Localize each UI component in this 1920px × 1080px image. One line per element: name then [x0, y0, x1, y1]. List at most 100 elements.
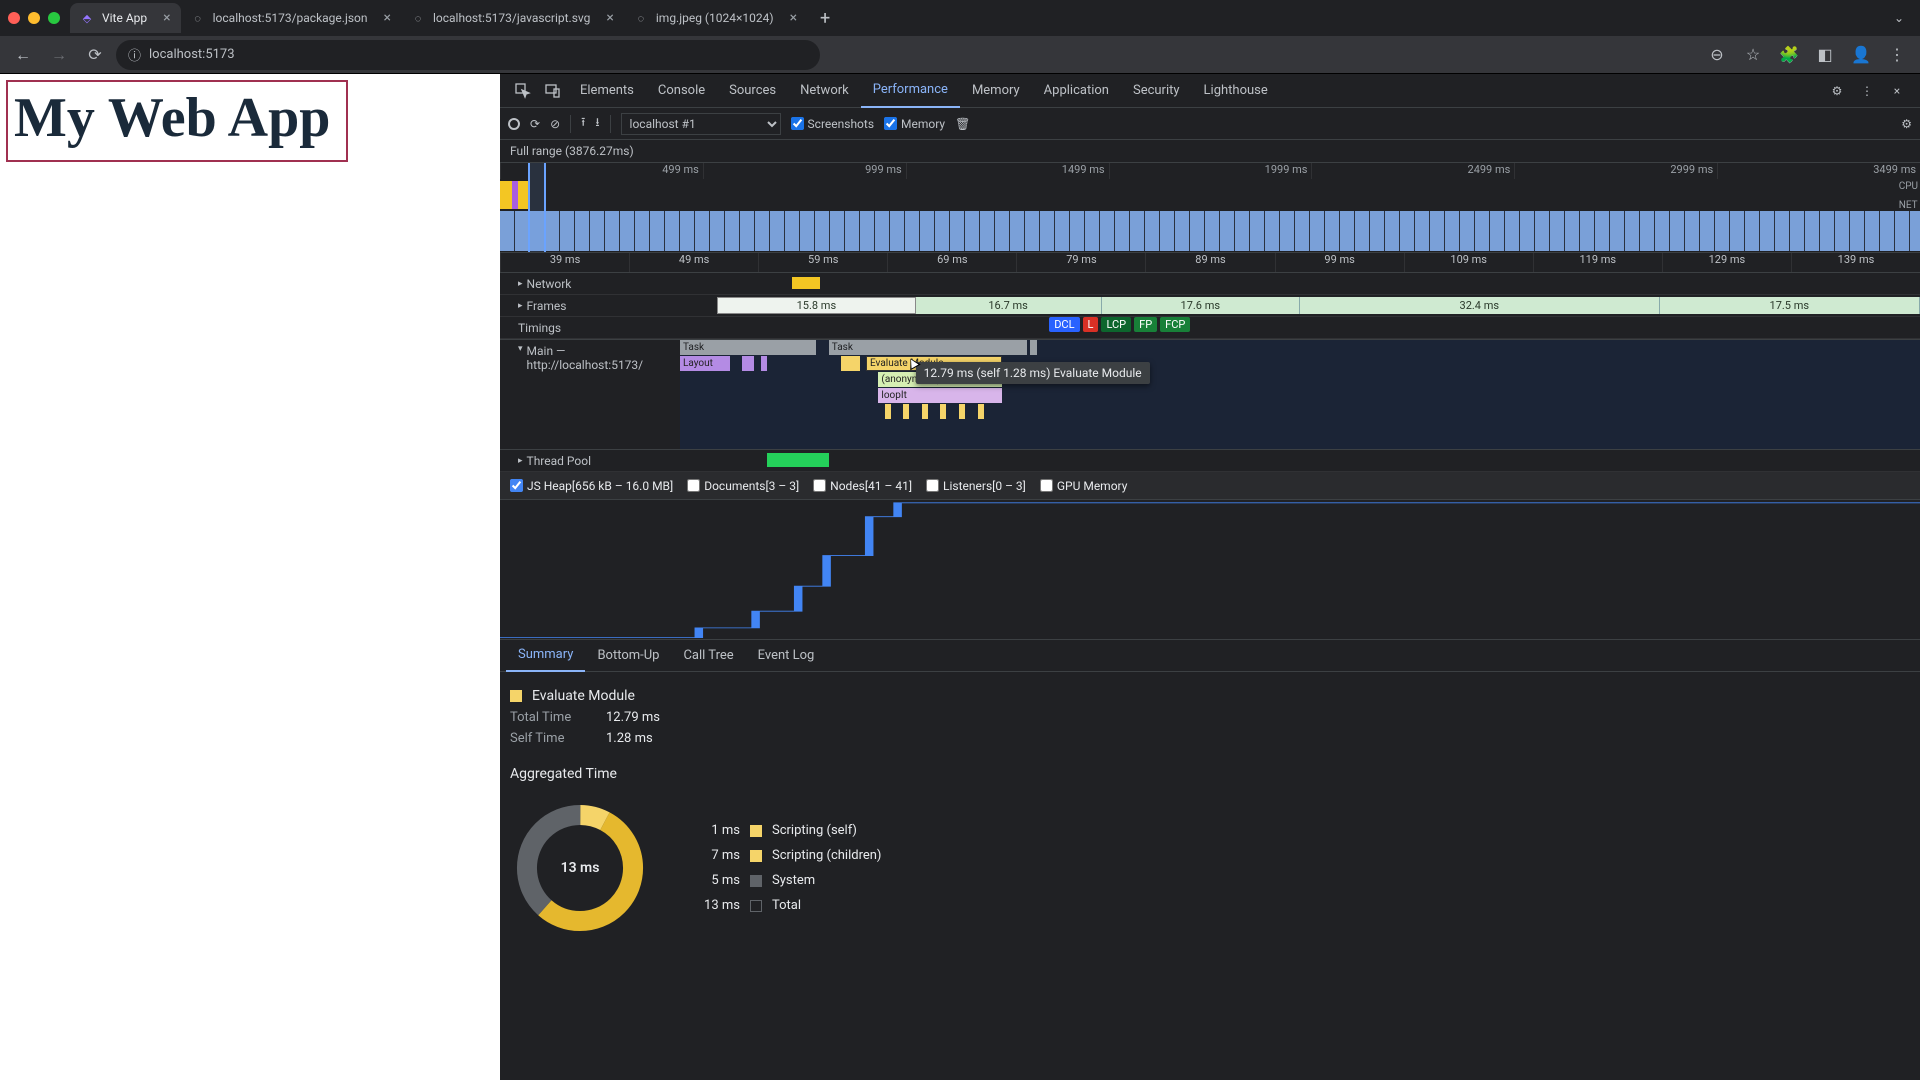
tab-elements[interactable]: Elements — [568, 74, 646, 108]
flame-bar[interactable] — [1030, 340, 1037, 355]
frame-segment[interactable]: 17.6 ms — [1102, 297, 1300, 314]
detail-tab-eventlog[interactable]: Event Log — [746, 640, 827, 672]
new-tab-button[interactable]: + — [811, 4, 839, 32]
record-button[interactable] — [508, 118, 520, 130]
tab-title: localhost:5173/javascript.svg — [433, 11, 590, 25]
tab-close-icon[interactable]: × — [383, 10, 390, 26]
memory-graph[interactable] — [500, 500, 1920, 640]
back-button[interactable]: ← — [8, 40, 38, 70]
tab-console[interactable]: Console — [646, 74, 717, 108]
favicon-icon: ◌ — [411, 11, 425, 25]
frame-segment[interactable]: 16.7 ms — [916, 297, 1102, 314]
settings-icon[interactable]: ⚙ — [1822, 76, 1852, 106]
timing-badge[interactable]: DCL — [1049, 317, 1079, 332]
tab-close-icon[interactable]: × — [163, 10, 170, 26]
flame-evaluate-module[interactable]: Evaluate Module — [866, 356, 1002, 371]
inspect-element-icon[interactable] — [508, 76, 538, 106]
main-thread-track[interactable]: ▾Main — http://localhost:5173/ Task Layo… — [500, 340, 1920, 450]
save-profile-icon[interactable]: ⭳ — [595, 113, 599, 134]
browser-tab-3[interactable]: ◌ img.jpeg (1024×1024) × — [624, 3, 807, 33]
tab-search-icon[interactable]: ⌄ — [1886, 5, 1912, 31]
flame-task[interactable]: Task — [680, 340, 816, 355]
ruler-tick: 99 ms — [1275, 253, 1404, 272]
flame-anonymous[interactable]: (anonymous) — [878, 372, 1002, 387]
tab-performance[interactable]: Performance — [861, 74, 960, 108]
browser-tab-0[interactable]: ⬘ Vite App × — [70, 3, 181, 33]
collect-garbage-icon[interactable]: 🗑 — [955, 117, 970, 131]
site-info-icon[interactable]: ⓘ — [128, 45, 141, 64]
detail-tab-summary[interactable]: Summary — [506, 640, 585, 672]
forward-button[interactable]: → — [44, 40, 74, 70]
overview-tick: 2999 ms — [1514, 163, 1717, 179]
window-close-icon[interactable] — [8, 12, 20, 24]
tab-lighthouse[interactable]: Lighthouse — [1192, 74, 1280, 108]
frames-track[interactable]: ▸Frames 15.8 ms16.7 ms17.6 ms32.4 ms17.5… — [500, 295, 1920, 317]
mem-legend-item[interactable]: GPU Memory — [1040, 479, 1128, 493]
tab-close-icon[interactable]: × — [606, 10, 613, 26]
total-time-value: 12.79 ms — [606, 710, 660, 725]
mem-legend-item[interactable]: Nodes[41 – 41] — [813, 479, 912, 493]
ruler-tick: 129 ms — [1662, 253, 1791, 272]
timeline-ruler[interactable]: 39 ms 49 ms 59 ms 69 ms 79 ms 89 ms 99 m… — [500, 253, 1920, 273]
window-controls — [8, 12, 60, 24]
reload-record-icon[interactable]: ⟳ — [530, 117, 540, 131]
overview-selection[interactable] — [528, 163, 546, 252]
sidepanel-icon[interactable]: ◧ — [1810, 40, 1840, 70]
target-select[interactable]: localhost #1 — [621, 113, 781, 135]
device-toolbar-icon[interactable] — [538, 76, 568, 106]
load-profile-icon[interactable]: ⭱ — [581, 113, 585, 134]
flame-task[interactable]: Task — [829, 340, 1027, 355]
tab-close-icon[interactable]: × — [790, 10, 797, 26]
tab-security[interactable]: Security — [1121, 74, 1192, 108]
profile-icon[interactable]: 👤 — [1846, 40, 1876, 70]
frame-segment[interactable]: 17.5 ms — [1660, 297, 1920, 314]
timings-track[interactable]: Timings DCLLLCPFPFCP — [500, 317, 1920, 339]
devtools-menu-icon[interactable]: ⋮ — [1852, 76, 1882, 106]
frame-segment[interactable]: 32.4 ms — [1300, 297, 1660, 314]
flame-bar[interactable] — [1015, 340, 1027, 355]
clear-icon[interactable]: ⊘ — [550, 117, 560, 131]
capture-settings-icon[interactable]: ⚙ — [1901, 117, 1912, 131]
overview-minimap[interactable]: 499 ms 999 ms 1499 ms 1999 ms 2499 ms 29… — [500, 163, 1920, 253]
window-zoom-icon[interactable] — [48, 12, 60, 24]
aggregated-legend: 1 msScripting (self)7 msScripting (child… — [690, 823, 881, 913]
mem-legend-item[interactable]: JS Heap[656 kB – 16.0 MB] — [510, 479, 673, 493]
overview-tick: 1499 ms — [906, 163, 1109, 179]
browser-menu-icon[interactable]: ⋮ — [1882, 40, 1912, 70]
flame-bar[interactable] — [841, 356, 860, 371]
screenshots-checkbox[interactable]: Screenshots — [791, 117, 874, 131]
reload-button[interactable]: ⟳ — [80, 40, 110, 70]
timing-badge[interactable]: FCP — [1160, 317, 1190, 332]
timing-badge[interactable]: LCP — [1101, 317, 1131, 332]
tab-sources[interactable]: Sources — [717, 74, 788, 108]
window-minimize-icon[interactable] — [28, 12, 40, 24]
flame-bar[interactable] — [761, 356, 767, 371]
timing-badge[interactable]: FP — [1134, 317, 1157, 332]
mem-legend-item[interactable]: Listeners[0 – 3] — [926, 479, 1026, 493]
thread-pool-track[interactable]: ▸Thread Pool — [500, 450, 1920, 472]
address-bar[interactable]: ⓘ localhost:5173 — [116, 40, 820, 70]
timing-badge[interactable]: L — [1083, 317, 1099, 332]
mem-legend-item[interactable]: Documents[3 – 3] — [687, 479, 799, 493]
bookmark-icon[interactable]: ☆ — [1738, 40, 1768, 70]
tab-memory[interactable]: Memory — [960, 74, 1032, 108]
network-track[interactable]: ▸Network — [500, 273, 1920, 295]
zoom-icon[interactable]: ⊖ — [1702, 40, 1732, 70]
ruler-tick: 39 ms — [500, 253, 629, 272]
browser-tab-1[interactable]: ◌ localhost:5173/package.json × — [181, 3, 401, 33]
flame-bar[interactable] — [742, 356, 754, 371]
extensions-icon[interactable]: 🧩 — [1774, 40, 1804, 70]
tab-network[interactable]: Network — [788, 74, 861, 108]
overview-tick: 999 ms — [703, 163, 906, 179]
flame-loopit[interactable]: loopIt — [878, 388, 1002, 403]
tab-title: Vite App — [102, 11, 147, 25]
memory-checkbox[interactable]: Memory — [884, 117, 945, 131]
flame-layout[interactable]: Layout — [680, 356, 730, 371]
overview-cpu-label: CPU — [1899, 181, 1918, 192]
devtools-close-icon[interactable]: × — [1882, 76, 1912, 106]
tab-application[interactable]: Application — [1032, 74, 1121, 108]
detail-tab-bottomup[interactable]: Bottom-Up — [585, 640, 671, 672]
detail-tab-calltree[interactable]: Call Tree — [671, 640, 745, 672]
browser-tab-2[interactable]: ◌ localhost:5173/javascript.svg × — [401, 3, 624, 33]
frame-segment[interactable]: 15.8 ms — [717, 297, 915, 314]
